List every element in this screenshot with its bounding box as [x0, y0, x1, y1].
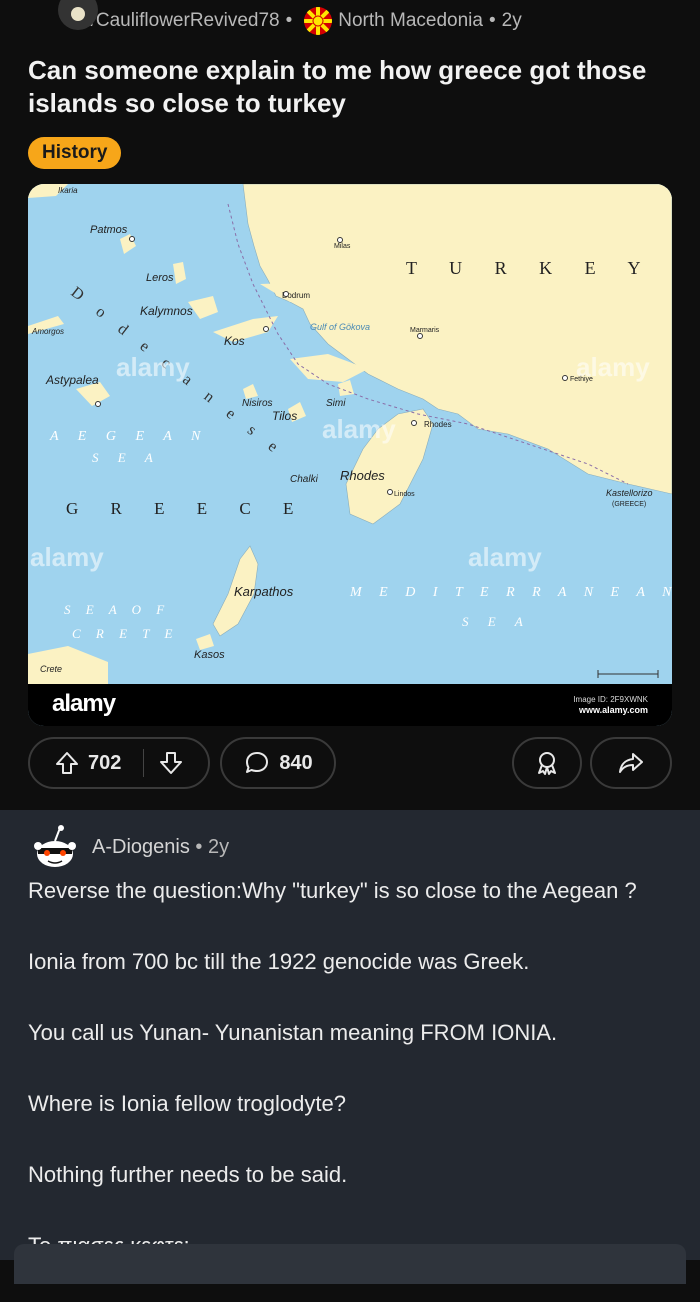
map-label-kasos: Kasos: [194, 649, 225, 661]
watermark-alamy: alamy: [576, 352, 650, 382]
map-label-karpathos: Karpathos: [234, 584, 294, 599]
map-label-milas: Milas: [334, 243, 351, 250]
map-label-turkey: T U R K E Y: [406, 258, 655, 278]
comment-paragraph: Ionia from 700 bc till the 1922 genocide…: [28, 949, 530, 974]
map-label-rhodes-town: Rhodes: [424, 420, 452, 429]
map-label-kalymnos: Kalymnos: [140, 304, 193, 318]
map-label-crete: Crete: [40, 664, 62, 674]
post-image[interactable]: T U R K E Y G R E E C E A E G E A N S E …: [28, 184, 672, 726]
map-label-mediterranean-sea: S E A: [462, 614, 531, 629]
commenter-avatar[interactable]: [30, 824, 80, 874]
map-label-mediterranean: M E D I T E R R A N E A N: [349, 585, 672, 600]
map-label-simi: Simi: [326, 398, 346, 409]
comments-button[interactable]: 840: [220, 737, 336, 789]
image-id-text: Image ID: 2F9XWNK: [573, 695, 648, 704]
map-label-chalki: Chalki: [290, 474, 319, 485]
watermark-alamy: alamy: [468, 542, 542, 572]
map-label-greece: G R E E C E: [66, 499, 307, 518]
comment-username[interactable]: A-Diogenis: [92, 836, 190, 858]
map-label-marmaris: Marmaris: [410, 327, 440, 334]
post-location: North Macedonia: [338, 10, 483, 31]
vote-bar: 702: [28, 737, 210, 789]
comment-paragraph: You call us Yunan- Yunanistan meaning FR…: [28, 1020, 558, 1045]
map-label-astypalea: Astypalea: [45, 373, 99, 387]
upvote-icon[interactable]: [54, 750, 80, 776]
map-label-gulf-gokova: Gulf of Gökova: [310, 322, 370, 332]
post-container: u/CauliflowerRevived78 • North Macedonia…: [0, 0, 700, 810]
reply-bar[interactable]: [14, 1244, 686, 1284]
post-meta: u/CauliflowerRevived78 • North Macedonia…: [28, 0, 522, 42]
post-title[interactable]: Can someone explain to me how greece got…: [28, 54, 668, 120]
comment-meta: A-Diogenis • 2y: [92, 836, 229, 859]
map-label-rhodes: Rhodes: [340, 468, 385, 483]
post-age: 2y: [501, 10, 522, 31]
share-button[interactable]: [590, 737, 672, 789]
map-label-amorgos: Amorgos: [31, 327, 64, 336]
comment-age: 2y: [207, 836, 230, 858]
comment-paragraph: Reverse the question:Why "turkey" is so …: [28, 878, 637, 903]
north-macedonia-flag-icon: [304, 7, 333, 35]
alamy-footer: alamy Image ID: 2F9XWNK www.alamy.com: [28, 684, 672, 726]
downvote-icon[interactable]: [158, 750, 184, 776]
alamy-logo: alamy: [52, 690, 116, 717]
meta-dot: •: [285, 10, 293, 31]
meta-dot: •: [488, 10, 496, 31]
post-flair[interactable]: History: [28, 137, 122, 169]
map-label-kos: Kos: [224, 334, 245, 348]
award-button[interactable]: [512, 737, 582, 789]
comment-bubble-icon: [243, 749, 271, 777]
map-label-leros: Leros: [146, 272, 174, 284]
share-arrow-icon: [617, 749, 645, 777]
map-label-aegean: A E G E A N: [49, 429, 208, 444]
comment-body: Reverse the question:Why "turkey" is so …: [28, 876, 668, 1302]
meta-dot: •: [195, 836, 203, 858]
map-label-crete-sea: C R E T E: [72, 626, 179, 641]
map-label-kastellorizo-sub: (GREECE): [612, 501, 646, 508]
upvote-count: 702: [88, 751, 122, 774]
image-id: Image ID: 2F9XWNK www.alamy.com: [573, 694, 648, 716]
watermark-alamy: alamy: [116, 352, 190, 382]
comment-count: 840: [279, 751, 313, 774]
watermark-alamy: alamy: [30, 542, 104, 572]
comment-paragraph: Nothing further needs to be said.: [28, 1162, 348, 1187]
map-label-kastellorizo: Kastellorizo: [606, 488, 653, 498]
map-label-nisiros: Nisiros: [242, 398, 273, 409]
map-image: T U R K E Y G R E E C E A E G E A N S E …: [28, 184, 672, 684]
post-username[interactable]: u/CauliflowerRevived78: [80, 10, 280, 32]
map-label-tilos: Tilos: [272, 409, 297, 423]
map-label-ikaria: Ikaria: [58, 186, 78, 195]
award-icon: [533, 749, 561, 777]
image-site: www.alamy.com: [578, 705, 648, 715]
map-label-lindos: Lindos: [394, 491, 415, 498]
map-label-patmos: Patmos: [90, 224, 128, 236]
watermark-alamy: alamy: [322, 414, 396, 444]
vote-separator: [143, 749, 145, 777]
map-label-aegean-sea: S E A: [92, 450, 161, 465]
map-label-sea-of: S E A O F: [64, 602, 170, 617]
comment-paragraph: Where is Ionia fellow troglodyte?: [28, 1091, 346, 1116]
post-actions: 702 840: [28, 737, 672, 791]
